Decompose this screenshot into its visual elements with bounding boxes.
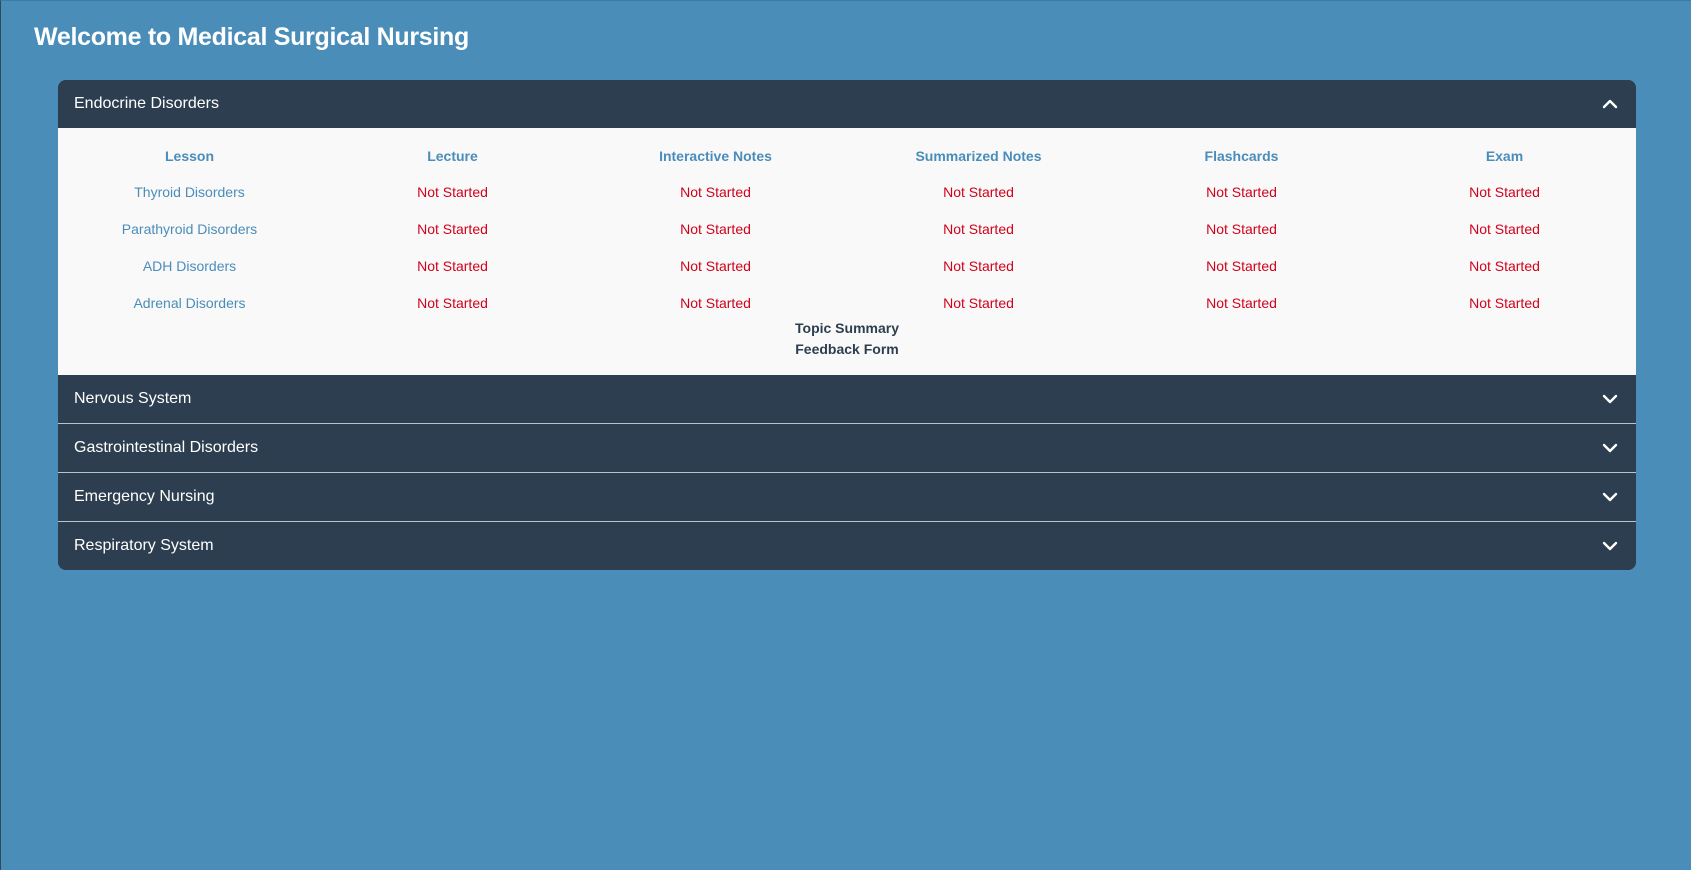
table-row: Parathyroid Disorders Not Started Not St… — [58, 210, 1636, 247]
exam-status[interactable]: Not Started — [1373, 173, 1636, 210]
table-header-row: Lesson Lecture Interactive Notes Summari… — [58, 148, 1636, 173]
section-title: Gastrointestinal Disorders — [74, 439, 259, 456]
lecture-status[interactable]: Not Started — [321, 210, 584, 247]
section-title: Endocrine Disorders — [74, 95, 219, 112]
flashcards-status[interactable]: Not Started — [1110, 284, 1373, 321]
exam-status[interactable]: Not Started — [1373, 210, 1636, 247]
section-body-endocrine-disorders: Lesson Lecture Interactive Notes Summari… — [58, 128, 1636, 375]
section-header-emergency-nursing[interactable]: Emergency Nursing — [58, 472, 1636, 521]
section-header-endocrine-disorders[interactable]: Endocrine Disorders — [58, 80, 1636, 128]
summarized-notes-status[interactable]: Not Started — [847, 173, 1110, 210]
topic-summary-link[interactable]: Topic Summary — [58, 318, 1636, 339]
chevron-down-icon[interactable] — [1600, 487, 1620, 507]
lesson-link[interactable]: Parathyroid Disorders — [58, 210, 321, 247]
lesson-link[interactable]: ADH Disorders — [58, 247, 321, 284]
column-header-flashcards: Flashcards — [1204, 148, 1279, 164]
section-title: Nervous System — [74, 390, 192, 407]
chevron-down-icon[interactable] — [1600, 438, 1620, 458]
feedback-form-link[interactable]: Feedback Form — [58, 339, 1636, 360]
summarized-notes-status[interactable]: Not Started — [847, 247, 1110, 284]
page-title: Welcome to Medical Surgical Nursing — [34, 23, 469, 51]
column-header-interactive-notes: Interactive Notes — [659, 148, 772, 164]
table-row: Adrenal Disorders Not Started Not Starte… — [58, 284, 1636, 321]
lesson-link[interactable]: Adrenal Disorders — [58, 284, 321, 321]
lecture-status[interactable]: Not Started — [321, 247, 584, 284]
column-header-lesson: Lesson — [164, 148, 214, 164]
interactive-notes-status[interactable]: Not Started — [584, 173, 847, 210]
summarized-notes-status[interactable]: Not Started — [847, 210, 1110, 247]
section-header-gastrointestinal-disorders[interactable]: Gastrointestinal Disorders — [58, 423, 1636, 472]
lessons-table: Lesson Lecture Interactive Notes Summari… — [58, 148, 1636, 321]
exam-status[interactable]: Not Started — [1373, 247, 1636, 284]
section-links: Topic Summary Feedback Form — [58, 318, 1636, 360]
column-header-exam: Exam — [1485, 148, 1524, 164]
interactive-notes-status[interactable]: Not Started — [584, 247, 847, 284]
lesson-link[interactable]: Thyroid Disorders — [58, 173, 321, 210]
exam-status[interactable]: Not Started — [1373, 284, 1636, 321]
lecture-status[interactable]: Not Started — [321, 173, 584, 210]
section-title: Respiratory System — [74, 537, 214, 554]
chevron-down-icon[interactable] — [1600, 389, 1620, 409]
flashcards-status[interactable]: Not Started — [1110, 173, 1373, 210]
flashcards-status[interactable]: Not Started — [1110, 210, 1373, 247]
summarized-notes-status[interactable]: Not Started — [847, 284, 1110, 321]
lecture-status[interactable]: Not Started — [321, 284, 584, 321]
section-header-nervous-system[interactable]: Nervous System — [58, 375, 1636, 423]
flashcards-status[interactable]: Not Started — [1110, 247, 1373, 284]
table-row: Thyroid Disorders Not Started Not Starte… — [58, 173, 1636, 210]
topics-accordion: Endocrine Disorders Lesson Lecture Inter… — [58, 80, 1636, 570]
column-header-lecture: Lecture — [427, 148, 478, 164]
chevron-up-icon[interactable] — [1600, 94, 1620, 114]
table-row: ADH Disorders Not Started Not Started No… — [58, 247, 1636, 284]
section-title: Emergency Nursing — [74, 488, 215, 505]
interactive-notes-status[interactable]: Not Started — [584, 210, 847, 247]
section-header-respiratory-system[interactable]: Respiratory System — [58, 521, 1636, 570]
interactive-notes-status[interactable]: Not Started — [584, 284, 847, 321]
chevron-down-icon[interactable] — [1600, 536, 1620, 556]
column-header-summarized-notes: Summarized Notes — [915, 148, 1042, 164]
